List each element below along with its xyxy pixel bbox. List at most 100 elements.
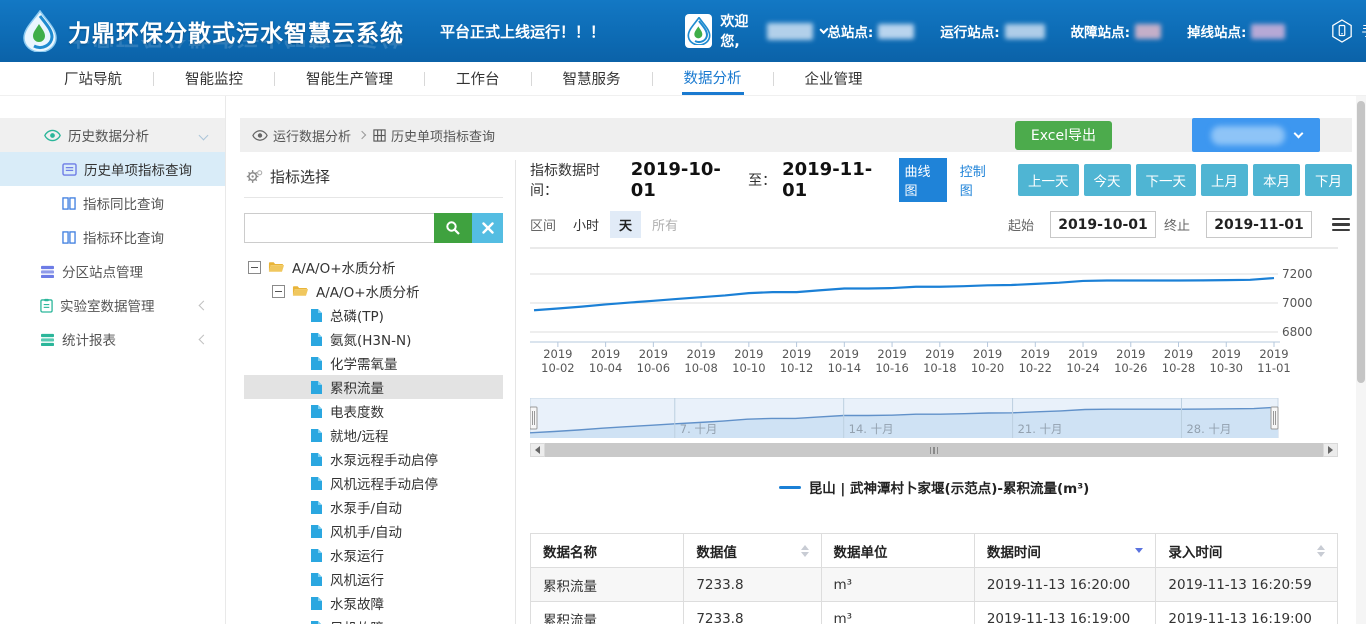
sidebar-item-mom-query[interactable]: 指标环比查询 (0, 220, 225, 254)
cell-data-unit: m³ (821, 568, 974, 602)
prev-month-button[interactable]: 上月 (1201, 164, 1248, 196)
cell-data-value: 7233.8 (684, 602, 821, 624)
scroll-left-arrow[interactable] (530, 443, 545, 457)
svg-text:21. 十月: 21. 十月 (1018, 422, 1063, 436)
nav-tab-workbench[interactable]: 工作台 (454, 62, 502, 95)
file-icon (310, 380, 323, 395)
mobile-version-label: 手机版 (1361, 21, 1366, 41)
tree-leaf-氨氮(H3N-N)[interactable]: 氨氮(H3N-N) (244, 327, 503, 351)
nav-separator (274, 72, 275, 86)
tree-leaf-化学需氧量[interactable]: 化学需氧量 (244, 351, 503, 375)
tree-leaf-水泵故障[interactable]: 水泵故障 (244, 591, 503, 615)
svg-text:14. 十月: 14. 十月 (849, 422, 894, 436)
nav-tab-factory[interactable]: 厂站导航 (62, 62, 124, 95)
tree-leaf-总磷(TP)[interactable]: 总磷(TP) (244, 303, 503, 327)
clear-search-button[interactable] (472, 213, 503, 243)
chart-navigator[interactable]: 7. 十月14. 十月21. 十月28. 十月 (530, 398, 1338, 438)
collapse-expander-icon[interactable] (272, 285, 285, 298)
tab-curve-chart[interactable]: 曲线图 (899, 158, 946, 202)
range-toolbar: 区间 小时 天 所有 起始 2019-10-01 终止 2019-11-01 (530, 211, 1352, 238)
nav-tab-data-analysis[interactable]: 数据分析 (682, 62, 744, 95)
scrollbar-thumb[interactable] (1357, 101, 1365, 383)
search-button[interactable] (434, 213, 472, 243)
tree-leaf-水泵运行[interactable]: 水泵运行 (244, 543, 503, 567)
this-month-button[interactable]: 本月 (1253, 164, 1300, 196)
range-option-day[interactable]: 天 (610, 211, 641, 238)
tree-leaf-累积流量[interactable]: 累积流量 (244, 375, 503, 399)
tree-leaf-风机手/自动[interactable]: 风机手/自动 (244, 519, 503, 543)
prev-day-button[interactable]: 上一天 (1018, 164, 1079, 196)
blurred-value (1005, 24, 1045, 39)
tree-leaf-电表度数[interactable]: 电表度数 (244, 399, 503, 423)
collapse-expander-icon[interactable] (248, 261, 261, 274)
mobile-version-button[interactable]: 手机版 (1331, 19, 1366, 43)
app-title-reflection: 力鼎环保分散式污水智慧云系统 (68, 40, 404, 56)
svg-text:28. 十月: 28. 十月 (1186, 422, 1231, 436)
chart-menu-icon[interactable] (1330, 216, 1352, 234)
cell-data-name: 累积流量 (531, 568, 684, 602)
blurred-station-name (1211, 126, 1285, 145)
sidebar-group-lab-data-mgmt[interactable]: 实验室数据管理 (0, 288, 225, 322)
tree-leaf-label: 累积流量 (330, 377, 384, 397)
chart-legend[interactable]: 昆山 | 武神潭村卜家堰(示范点)-累积流量(m³) (530, 477, 1338, 497)
sidebar-item-single-indicator-query[interactable]: 历史单项指标查询 (0, 152, 225, 186)
col-data-value[interactable]: 数据值 (684, 534, 821, 568)
grid-table-icon (373, 129, 386, 142)
station-selector-dropdown[interactable] (1192, 118, 1320, 152)
table-row[interactable]: 累积流量 7233.8 m³ 2019-11-13 16:19:00 2019-… (531, 602, 1338, 624)
col-entry-time[interactable]: 录入时间 (1156, 534, 1338, 568)
end-date-input[interactable]: 2019-11-01 (1206, 211, 1312, 238)
col-data-time[interactable]: 数据时间 (974, 534, 1156, 568)
tree-leaf-就地/远程[interactable]: 就地/远程 (244, 423, 503, 447)
sidebar-group-statistics-reports[interactable]: 统计报表 (0, 322, 225, 356)
scrollbar-thumb[interactable] (545, 443, 1323, 457)
nav-tab-production[interactable]: 智能生产管理 (304, 62, 395, 95)
next-day-button[interactable]: 下一天 (1136, 164, 1197, 196)
eye-icon (44, 129, 61, 142)
range-option-hour[interactable]: 小时 (564, 211, 608, 238)
nav-tab-services[interactable]: 智慧服务 (561, 62, 623, 95)
user-area[interactable]: 欢迎您, (685, 11, 827, 51)
time-range-label: 指标数据时间： (530, 160, 625, 200)
folder-open-icon (268, 260, 285, 274)
clipboard-icon (40, 298, 53, 313)
page-vertical-scrollbar[interactable] (1356, 96, 1366, 624)
tree-folder[interactable]: A/A/O+水质分析 (244, 279, 503, 303)
app-header: 力鼎环保分散式污水智慧云系统 力鼎环保分散式污水智慧云系统 平台正式上线运行！！… (0, 0, 1366, 62)
tree-leaf-风机远程手动启停[interactable]: 风机远程手动启停 (244, 471, 503, 495)
sidebar-group-label: 实验室数据管理 (60, 295, 155, 315)
chart-horizontal-scrollbar[interactable] (530, 443, 1338, 457)
indicator-search (244, 213, 503, 243)
sort-icon[interactable] (801, 545, 809, 557)
range-option-all[interactable]: 所有 (643, 211, 687, 238)
breadcrumb-section[interactable]: 运行数据分析 (273, 126, 351, 145)
tree-leaf-风机运行[interactable]: 风机运行 (244, 567, 503, 591)
tree-leaf-水泵远程手动启停[interactable]: 水泵远程手动启停 (244, 447, 503, 471)
search-input[interactable] (244, 213, 434, 243)
tab-control-chart[interactable]: 控制图 (955, 158, 1002, 202)
end-date-label: 终止 (1164, 215, 1190, 234)
date-nav-buttons: 上一天 今天 下一天 上月 本月 下月 (1018, 164, 1352, 196)
nav-tab-monitoring[interactable]: 智能监控 (183, 62, 245, 95)
tree-folder[interactable]: A/A/O+水质分析 (244, 255, 503, 279)
svg-text:201910-02: 201910-02 (541, 347, 574, 375)
sidebar-item-yoy-query[interactable]: 指标同比查询 (0, 186, 225, 220)
excel-export-button[interactable]: Excel导出 (1015, 121, 1112, 150)
table-row[interactable]: 累积流量 7233.8 m³ 2019-11-13 16:20:00 2019-… (531, 568, 1338, 602)
sidebar-group-zone-station-mgmt[interactable]: 分区站点管理 (0, 254, 225, 288)
sort-icon[interactable] (1317, 545, 1325, 557)
tree-leaf-水泵手/自动[interactable]: 水泵手/自动 (244, 495, 503, 519)
columns-icon (62, 231, 76, 244)
nav-tab-enterprise[interactable]: 企业管理 (803, 62, 865, 95)
line-chart: 680070007200201910-02201910-04201910-062… (530, 246, 1338, 382)
next-month-button[interactable]: 下月 (1305, 164, 1352, 196)
sidebar-group-history-analysis[interactable]: 历史数据分析 (0, 118, 225, 152)
blurred-value (1251, 24, 1285, 39)
tree-leaf-风机故障[interactable]: 风机故障 (244, 615, 503, 624)
today-button[interactable]: 今天 (1084, 164, 1131, 196)
sort-desc-icon[interactable] (1135, 548, 1143, 553)
file-icon (310, 620, 323, 624)
start-date-input[interactable]: 2019-10-01 (1050, 211, 1156, 238)
sidebar-item-label: 指标环比查询 (83, 227, 164, 247)
scroll-right-arrow[interactable] (1323, 443, 1338, 457)
